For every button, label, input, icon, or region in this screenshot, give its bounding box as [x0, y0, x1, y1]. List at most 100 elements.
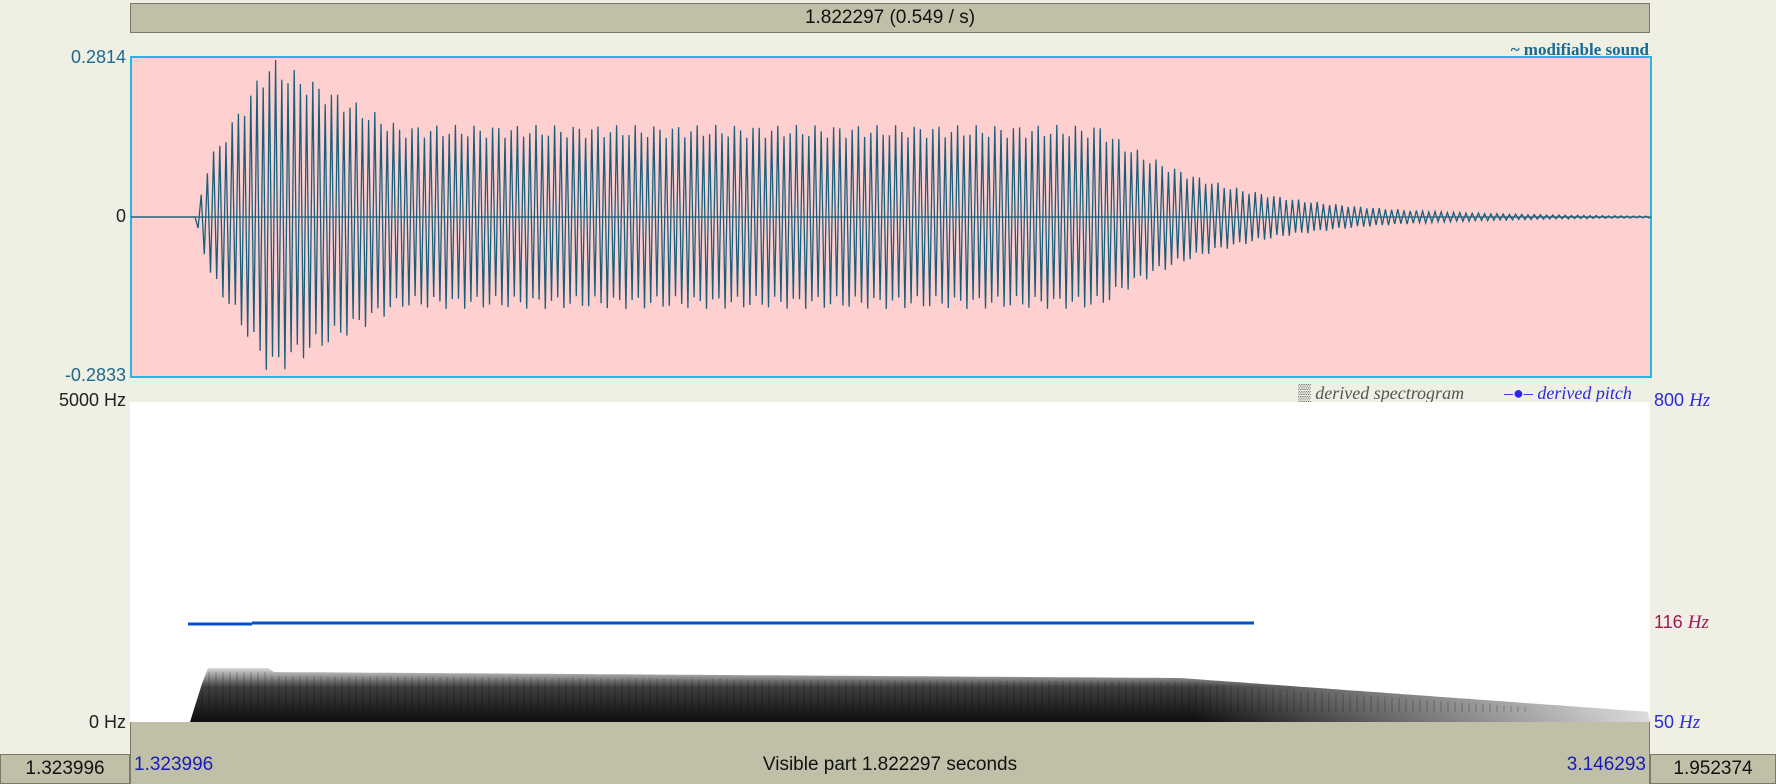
- pitch-mid-num: 116: [1654, 612, 1683, 632]
- spectrogram-stripe: [1055, 681, 1057, 712]
- spectrogram-stripe: [292, 676, 294, 712]
- spectrogram-stripe: [908, 680, 910, 712]
- spectrogram-stripe: [901, 680, 903, 712]
- spectrogram-stripe: [831, 679, 833, 712]
- spectrogram-stripe: [971, 680, 973, 712]
- pitch-legend-label: derived pitch: [1537, 383, 1632, 403]
- spectrogram-legend-label: derived spectrogram: [1315, 383, 1465, 403]
- spectrogram-stripe: [502, 677, 504, 712]
- spectrogram-stripe: [782, 679, 784, 712]
- spectrogram-stripe: [313, 676, 315, 712]
- spectrogram-stripe: [572, 677, 574, 712]
- spectrogram-stripe: [803, 679, 805, 712]
- spectrogram-stripe: [1321, 692, 1323, 712]
- spectrogram-stripe: [1440, 700, 1442, 712]
- spectrogram-panel[interactable]: [130, 402, 1650, 722]
- spectrogram-stripe: [467, 677, 469, 712]
- spectrogram-stripe: [1244, 686, 1246, 712]
- spectrogram-stripe: [376, 676, 378, 712]
- pitch-min-num: 50: [1654, 712, 1675, 732]
- spectrogram-stripe: [1069, 681, 1071, 712]
- spectrogram-stripe: [1391, 697, 1393, 712]
- spectrogram-stripe: [208, 672, 210, 712]
- spectrogram-stripe: [362, 676, 364, 712]
- selection-duration-text: 1.822297 (0.549 / s): [804, 7, 976, 28]
- spectrogram-stripe: [922, 680, 924, 712]
- spectrogram-stripe: [481, 677, 483, 712]
- spectrogram-stripe: [509, 677, 511, 712]
- spectrogram-stripe: [460, 677, 462, 712]
- spectrogram-stripe: [1468, 702, 1470, 712]
- spectrogram-stripe: [705, 678, 707, 712]
- spectrogram-stripe: [733, 679, 735, 712]
- visible-part-bar[interactable]: 1.323996 Visible part 1.822297 seconds 3…: [130, 722, 1650, 784]
- spectrogram-legend-icon: ▒: [1298, 383, 1311, 403]
- spectrogram-stripe: [348, 676, 350, 712]
- spectrogram-stripe: [1237, 686, 1239, 712]
- spectrogram-stripe: [1419, 699, 1421, 712]
- spectrogram-stripe: [537, 677, 539, 712]
- spectrogram-stripe: [796, 679, 798, 712]
- spectrogram-stripe: [1048, 681, 1050, 712]
- spectrogram-stripe: [453, 677, 455, 712]
- spectrogram-stripe: [677, 678, 679, 712]
- spectrogram-stripe: [1209, 684, 1211, 712]
- spectrogram-stripe: [229, 672, 231, 712]
- pitch-max-num: 800: [1654, 390, 1685, 410]
- spectrogram-stripe: [628, 678, 630, 712]
- spectrogram-stripe: [1489, 704, 1491, 712]
- spectrogram-stripe: [474, 677, 476, 712]
- spectrogram-stripe: [1251, 687, 1253, 712]
- spectrogram-stripe: [271, 676, 273, 712]
- spectrogram-stripe: [544, 677, 546, 712]
- waveform-panel[interactable]: [130, 56, 1652, 378]
- waveform-ymin-label: -0.2833: [64, 365, 126, 385]
- spectrogram-stripe: [439, 677, 441, 712]
- spectrogram-stripe: [1370, 695, 1372, 712]
- spectrogram-stripe: [327, 676, 329, 712]
- spectrogram-stripe: [1363, 695, 1365, 712]
- spectrogram-stripe: [236, 672, 238, 712]
- spectrogram-stripe: [285, 676, 287, 712]
- spectrogram-stripe: [1265, 688, 1267, 712]
- spectrogram-freq-min-label: 0 Hz: [88, 712, 126, 732]
- spectrogram-stripe: [404, 676, 406, 712]
- spectrogram-stripe: [1132, 681, 1134, 712]
- spectrogram-stripe: [369, 676, 371, 712]
- right-outside-time[interactable]: 1.952374: [1650, 754, 1776, 784]
- spectrogram-stripe: [684, 678, 686, 712]
- spectrogram-stripe: [1020, 680, 1022, 712]
- right-outside-time-text: 1.952374: [1673, 758, 1753, 779]
- spectrogram-stripe: [824, 679, 826, 712]
- spectrogram-stripe: [523, 677, 525, 712]
- waveform-ymax-label: 0.2814: [70, 47, 126, 67]
- spectrogram-stripe: [411, 676, 413, 712]
- spectrogram-stripe: [299, 676, 301, 712]
- selection-duration-bar[interactable]: 1.822297 (0.549 / s): [130, 3, 1650, 33]
- spectrogram-stripe: [1286, 689, 1288, 712]
- spectrogram-stripe: [621, 678, 623, 712]
- pitch-max-unit: Hz: [1689, 390, 1711, 411]
- spectrogram-stripe: [712, 678, 714, 712]
- spectrogram-stripe: [1454, 701, 1456, 712]
- spectrogram-stripe: [1524, 706, 1526, 712]
- spectrogram-stripe: [1300, 690, 1302, 712]
- spectrogram-stripe: [1496, 704, 1498, 712]
- spectrogram-stripe: [1181, 682, 1183, 712]
- spectrogram-stripe: [1076, 681, 1078, 712]
- spectrogram-stripe: [880, 680, 882, 712]
- spectrogram-stripe: [670, 678, 672, 712]
- spectrogram-stripe: [355, 676, 357, 712]
- spectrogram-stripe: [1258, 687, 1260, 712]
- spectrogram-stripe: [789, 679, 791, 712]
- spectrogram-stripe: [1013, 680, 1015, 712]
- spectrogram-stripe: [320, 676, 322, 712]
- spectrogram-stripe: [929, 680, 931, 712]
- spectrogram-stripe: [936, 680, 938, 712]
- spectrogram-stripe: [334, 676, 336, 712]
- left-outside-time[interactable]: 1.323996: [0, 754, 130, 784]
- spectrogram-stripe: [390, 676, 392, 712]
- spectrogram-stripe: [250, 672, 252, 712]
- spectrogram-stripe: [817, 679, 819, 712]
- spectrogram-stripe: [1412, 698, 1414, 712]
